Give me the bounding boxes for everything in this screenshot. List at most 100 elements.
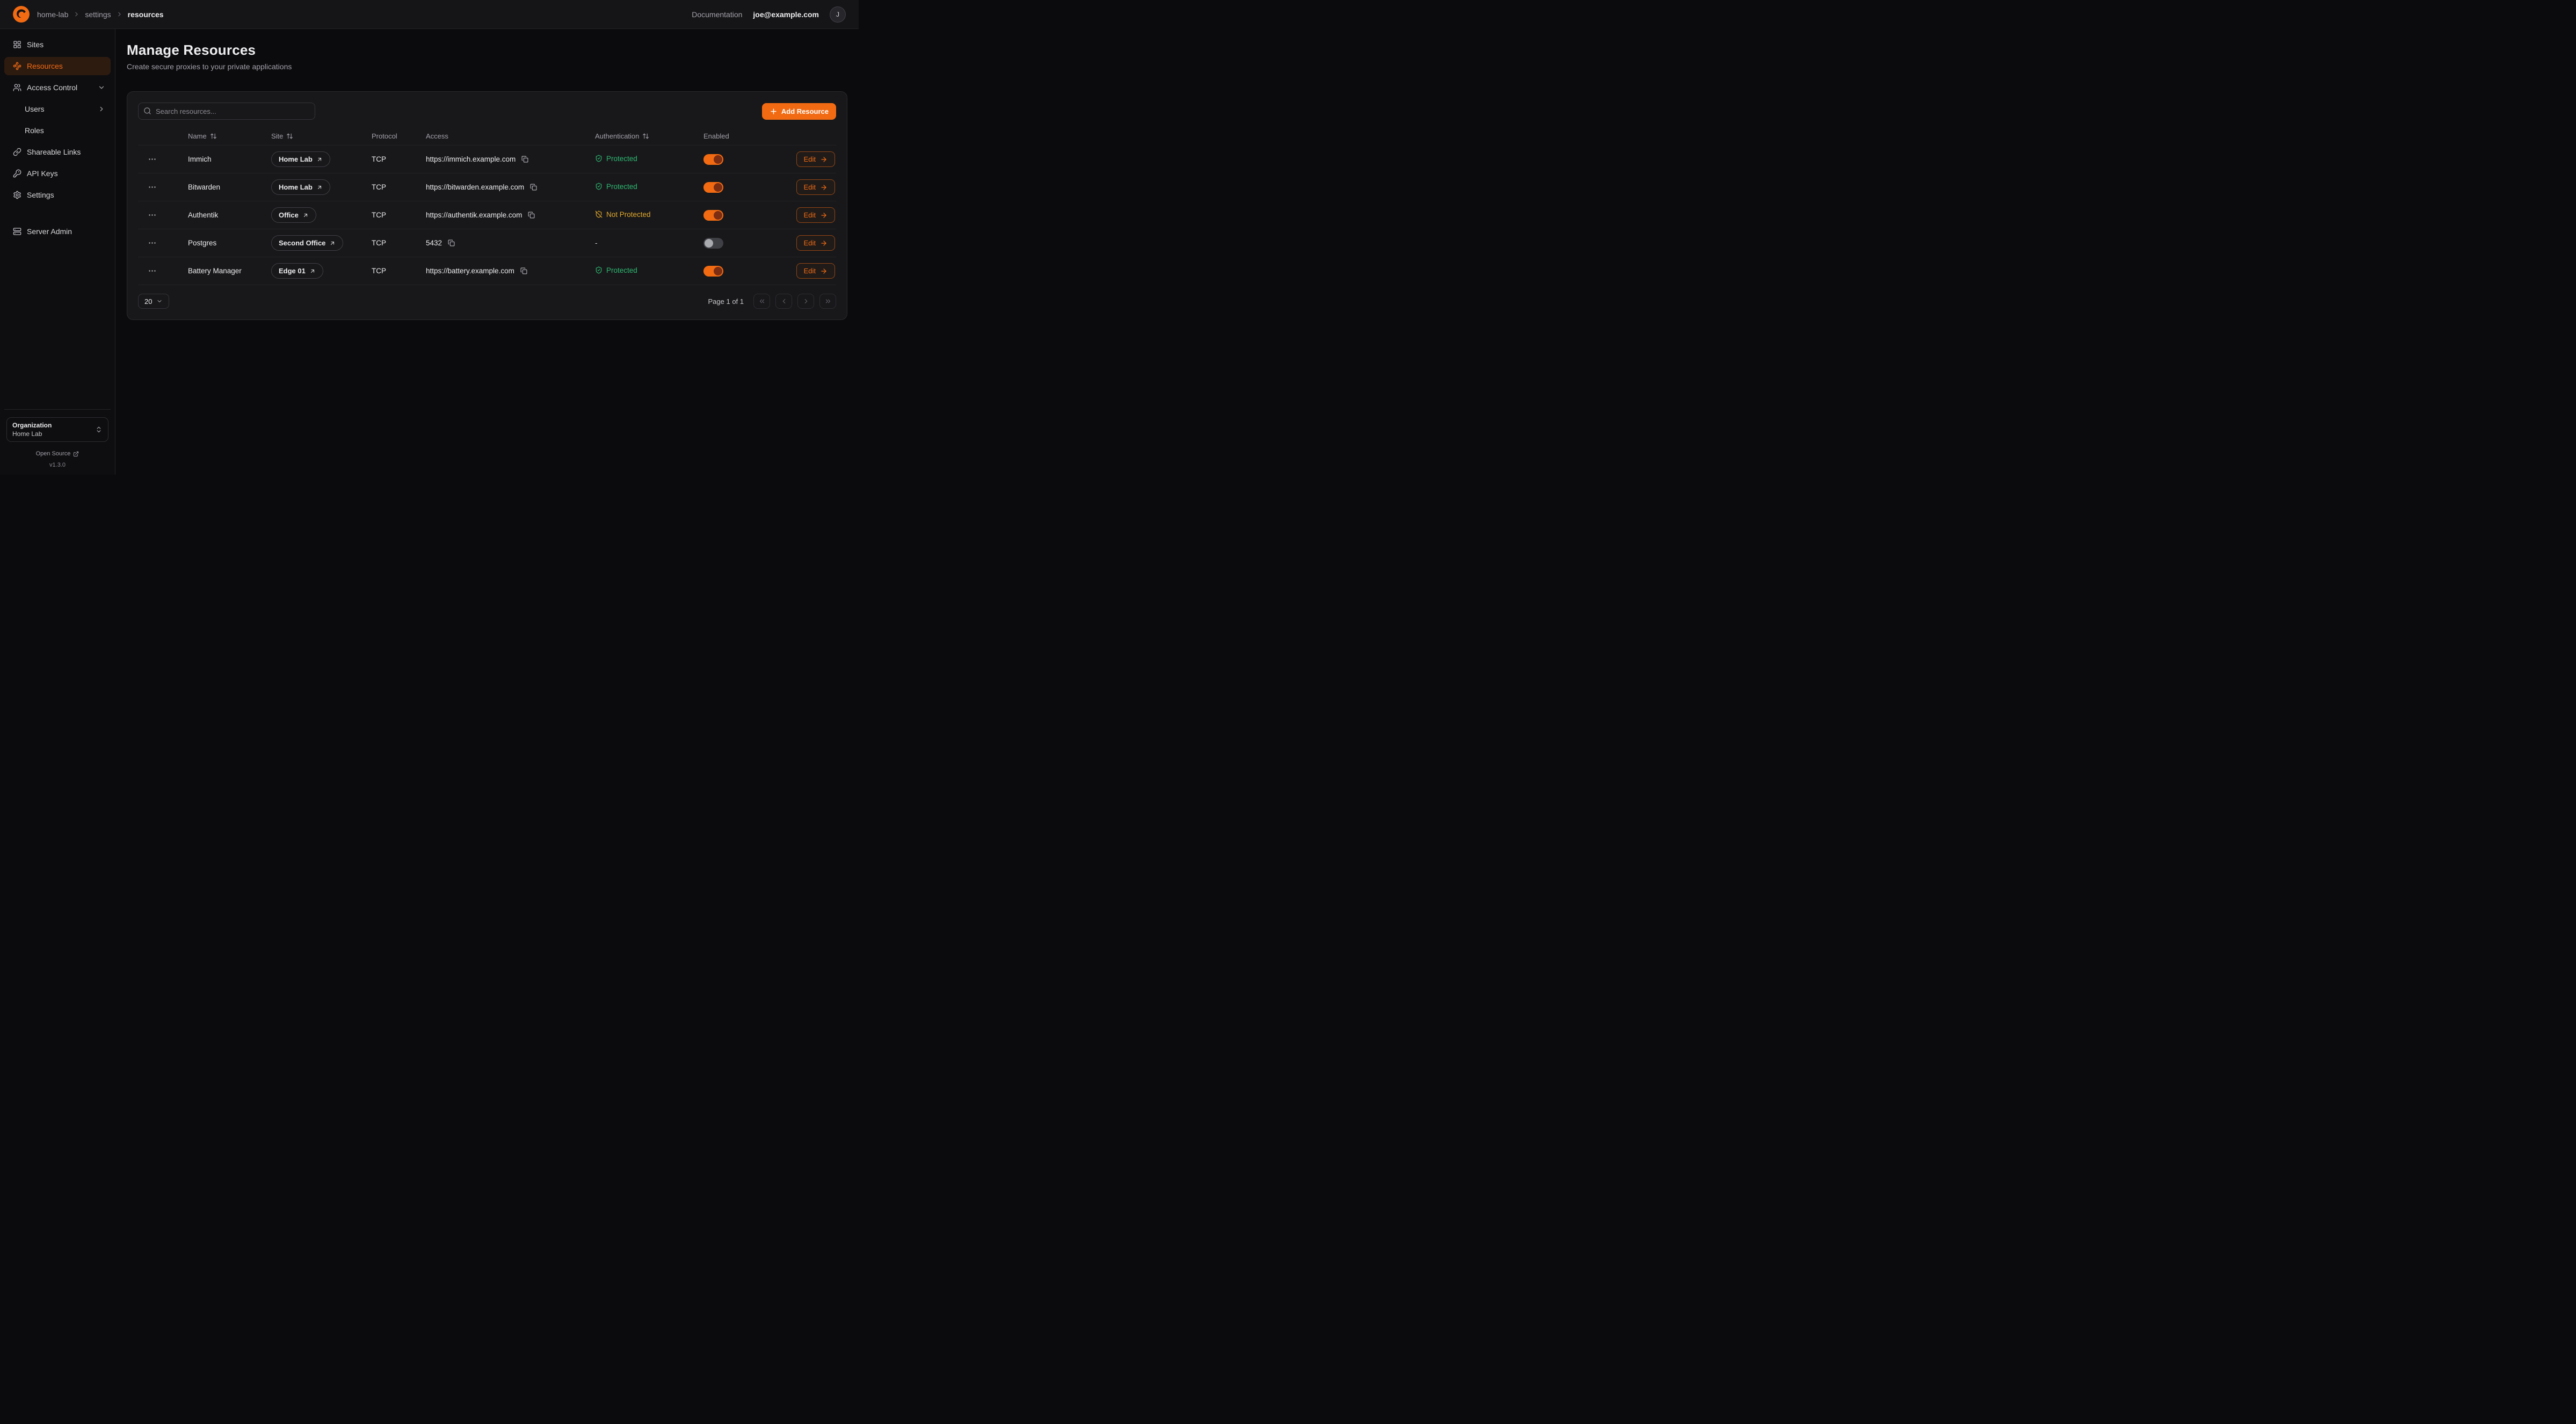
sidebar-item-label: Settings xyxy=(27,191,54,199)
shareable-links-icon xyxy=(13,148,21,156)
external-arrow-icon xyxy=(329,240,336,246)
first-page-button[interactable] xyxy=(753,294,770,309)
chevrons-right-icon xyxy=(824,297,832,305)
sidebar-item-label: Shareable Links xyxy=(27,148,81,156)
chevrons-up-down-icon xyxy=(95,426,103,433)
column-header-name[interactable]: Name xyxy=(188,132,271,140)
row-menu-button[interactable] xyxy=(146,208,159,222)
app-logo-icon[interactable] xyxy=(13,6,30,23)
sidebar-item-access-control[interactable]: Access Control xyxy=(4,78,111,97)
shield-off-icon xyxy=(595,210,603,218)
chevron-down-icon xyxy=(98,84,105,91)
site-link[interactable]: Home Lab xyxy=(271,151,330,167)
user-email[interactable]: joe@example.com xyxy=(753,10,819,19)
row-menu-button[interactable] xyxy=(146,264,159,278)
enabled-toggle[interactable] xyxy=(703,266,723,277)
breadcrumb-home-lab[interactable]: home-lab xyxy=(37,10,68,19)
column-header-authentication[interactable]: Authentication xyxy=(595,132,703,140)
resource-protocol: TCP xyxy=(372,267,426,275)
auth-label: Protected xyxy=(606,183,637,191)
auth-status: Protected xyxy=(595,183,637,191)
documentation-link[interactable]: Documentation xyxy=(692,10,742,19)
organization-label: Organization xyxy=(12,421,52,430)
edit-button[interactable]: Edit xyxy=(796,179,835,195)
sidebar-item-settings[interactable]: Settings xyxy=(4,186,111,204)
page-size-select[interactable]: 20 xyxy=(138,294,169,309)
auth-status: Protected xyxy=(595,266,637,274)
sidebar-item-server-admin[interactable]: Server Admin xyxy=(4,222,111,241)
resource-name: Authentik xyxy=(188,211,271,219)
chevron-right-icon xyxy=(98,105,105,113)
sidebar-item-shareable-links[interactable]: Shareable Links xyxy=(4,143,111,161)
open-source-link[interactable]: Open Source xyxy=(6,451,108,457)
chevron-down-icon xyxy=(156,298,163,304)
enabled-toggle[interactable] xyxy=(703,154,723,165)
arrow-right-icon xyxy=(820,239,828,247)
copy-icon[interactable] xyxy=(529,183,538,192)
sidebar-item-label: Server Admin xyxy=(27,227,72,236)
access-url: 5432 xyxy=(426,239,442,247)
site-link[interactable]: Office xyxy=(271,207,316,223)
auth-status: Protected xyxy=(595,155,637,163)
table-header: Name Site Protocol Access Authentication… xyxy=(138,127,836,146)
edit-button[interactable]: Edit xyxy=(796,207,835,223)
copy-icon[interactable] xyxy=(520,155,529,164)
site-link[interactable]: Second Office xyxy=(271,235,343,251)
arrow-right-icon xyxy=(820,267,828,275)
access-control-icon xyxy=(13,83,21,92)
arrow-right-icon xyxy=(820,184,828,191)
search-input[interactable] xyxy=(138,103,315,120)
resource-protocol: TCP xyxy=(372,239,426,247)
resource-protocol: TCP xyxy=(372,183,426,191)
column-header-protocol: Protocol xyxy=(372,132,426,140)
previous-page-button[interactable] xyxy=(775,294,792,309)
row-menu-button[interactable] xyxy=(146,152,159,166)
auth-label: - xyxy=(595,239,598,247)
enabled-toggle[interactable] xyxy=(703,182,723,193)
sidebar-item-sites[interactable]: Sites xyxy=(4,35,111,54)
external-arrow-icon xyxy=(316,184,323,191)
edit-button[interactable]: Edit xyxy=(796,151,835,167)
sites-icon xyxy=(13,40,21,49)
access-url: https://battery.example.com xyxy=(426,267,514,275)
enabled-toggle[interactable] xyxy=(703,238,723,249)
sidebar-item-roles[interactable]: Roles xyxy=(4,121,111,140)
chevrons-left-icon xyxy=(758,297,766,305)
sidebar-item-label: Resources xyxy=(27,62,63,70)
resource-protocol: TCP xyxy=(372,155,426,163)
sidebar-item-api-keys[interactable]: API Keys xyxy=(4,164,111,183)
sidebar-item-users[interactable]: Users xyxy=(4,100,111,118)
arrow-right-icon xyxy=(820,212,828,219)
server-admin-icon xyxy=(13,227,21,236)
sidebar-item-resources[interactable]: Resources xyxy=(4,57,111,75)
organization-selector[interactable]: Organization Home Lab xyxy=(6,417,108,442)
avatar[interactable]: J xyxy=(830,6,846,23)
sort-icon xyxy=(642,133,649,140)
app-root: home-lab settings resources Documentatio… xyxy=(0,0,859,475)
edit-button[interactable]: Edit xyxy=(796,235,835,251)
external-arrow-icon xyxy=(316,156,323,163)
breadcrumb-settings[interactable]: settings xyxy=(85,10,111,19)
copy-icon[interactable] xyxy=(447,238,456,248)
table-row: Immich Home Lab TCP https://immich.examp… xyxy=(138,146,836,173)
column-header-access: Access xyxy=(426,132,595,140)
last-page-button[interactable] xyxy=(819,294,836,309)
ellipsis-icon xyxy=(148,210,157,220)
breadcrumb-separator-icon xyxy=(116,11,123,18)
edit-button[interactable]: Edit xyxy=(796,263,835,279)
site-link[interactable]: Home Lab xyxy=(271,179,330,195)
enabled-toggle[interactable] xyxy=(703,210,723,221)
add-resource-button[interactable]: Add Resource xyxy=(762,103,836,120)
resource-name: Immich xyxy=(188,155,271,163)
sort-icon xyxy=(286,133,293,140)
next-page-button[interactable] xyxy=(797,294,814,309)
copy-icon[interactable] xyxy=(527,210,536,220)
site-link[interactable]: Edge 01 xyxy=(271,263,323,279)
row-menu-button[interactable] xyxy=(146,236,159,250)
row-menu-button[interactable] xyxy=(146,180,159,194)
breadcrumb-resources: resources xyxy=(128,10,164,19)
column-header-site[interactable]: Site xyxy=(271,132,372,140)
copy-icon[interactable] xyxy=(519,266,528,275)
table-row: Battery Manager Edge 01 TCP https://batt… xyxy=(138,257,836,285)
site-name: Home Lab xyxy=(279,155,313,163)
